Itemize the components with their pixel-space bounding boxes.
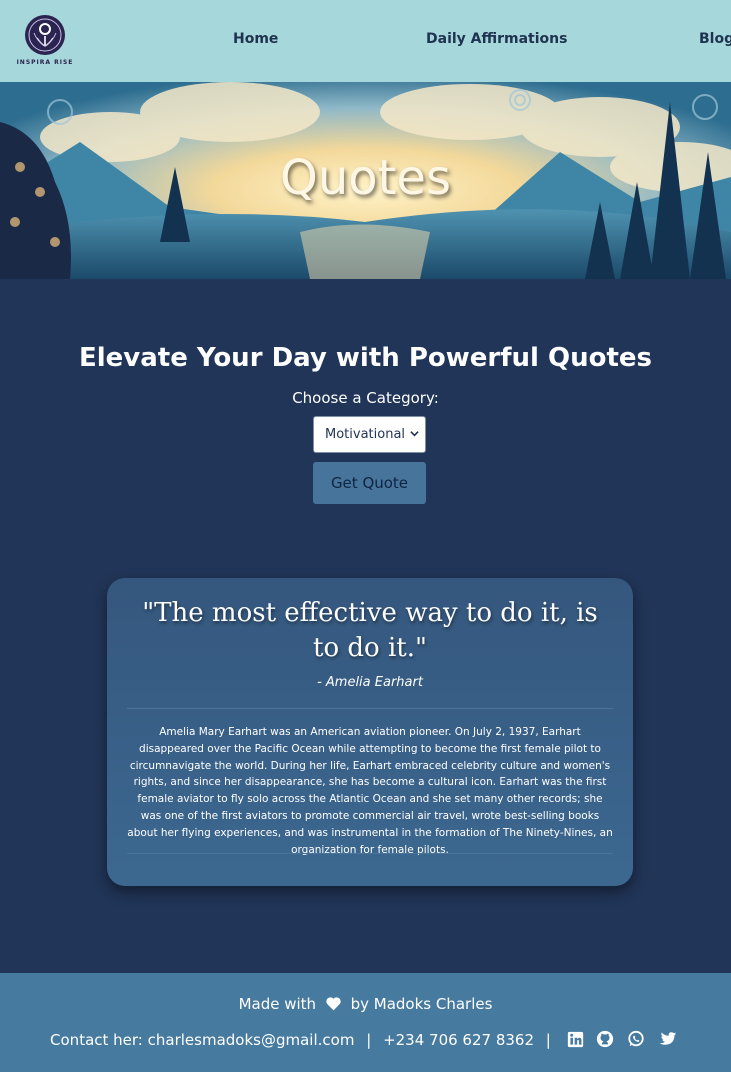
whatsapp-icon[interactable] [627,1030,645,1048]
separator: | [366,1031,372,1049]
divider [127,708,613,709]
made-suffix: by Madoks Charles [350,995,493,1013]
heart-icon [326,997,341,1011]
linkedin-icon[interactable] [567,1031,584,1048]
footer: Made with by Madoks Charles Contact her:… [0,973,731,1072]
quote-text: "The most effective way to do it, is to … [142,598,598,663]
quote-author: - Amelia Earhart [317,675,423,690]
author-bio: Amelia Mary Earhart was an American avia… [127,726,613,856]
nav-link-home[interactable]: Home [233,31,278,47]
github-icon[interactable] [596,1030,614,1048]
contact-label: Contact her: [50,1031,143,1049]
hero-title: Quotes [280,150,451,206]
separator: | [545,1031,551,1049]
phone-link[interactable]: +234 706 627 8362 [383,1031,534,1049]
divider [127,853,613,854]
quote-card: "The most effective way to do it, is to … [107,578,633,886]
made-prefix: Made with [238,995,317,1013]
category-selected-value: Motivational [325,427,406,442]
hero-banner: Quotes [0,82,731,279]
brand-logo[interactable]: INSPIRA RISE [10,12,80,68]
contact-line: Contact her: charlesmadoks@gmail.com | +… [0,1030,731,1049]
category-select[interactable]: Motivational [313,416,426,453]
page-heading: Elevate Your Day with Powerful Quotes [78,343,653,373]
made-with-line: Made with by Madoks Charles [0,995,731,1013]
nav-link-blog[interactable]: Blog [699,31,731,47]
twitter-icon[interactable] [658,1031,677,1048]
chevron-down-icon [410,431,419,437]
category-label: Choose a Category: [292,389,439,407]
top-navbar: INSPIRA RISE Home Daily Affirmations Blo… [0,0,731,82]
email-link[interactable]: charlesmadoks@gmail.com [148,1031,355,1049]
brand-name: INSPIRA RISE [16,59,74,66]
nav-link-daily-affirmations[interactable]: Daily Affirmations [426,31,567,47]
lotus-logo-icon [25,15,65,55]
get-quote-button[interactable]: Get Quote [313,462,426,504]
